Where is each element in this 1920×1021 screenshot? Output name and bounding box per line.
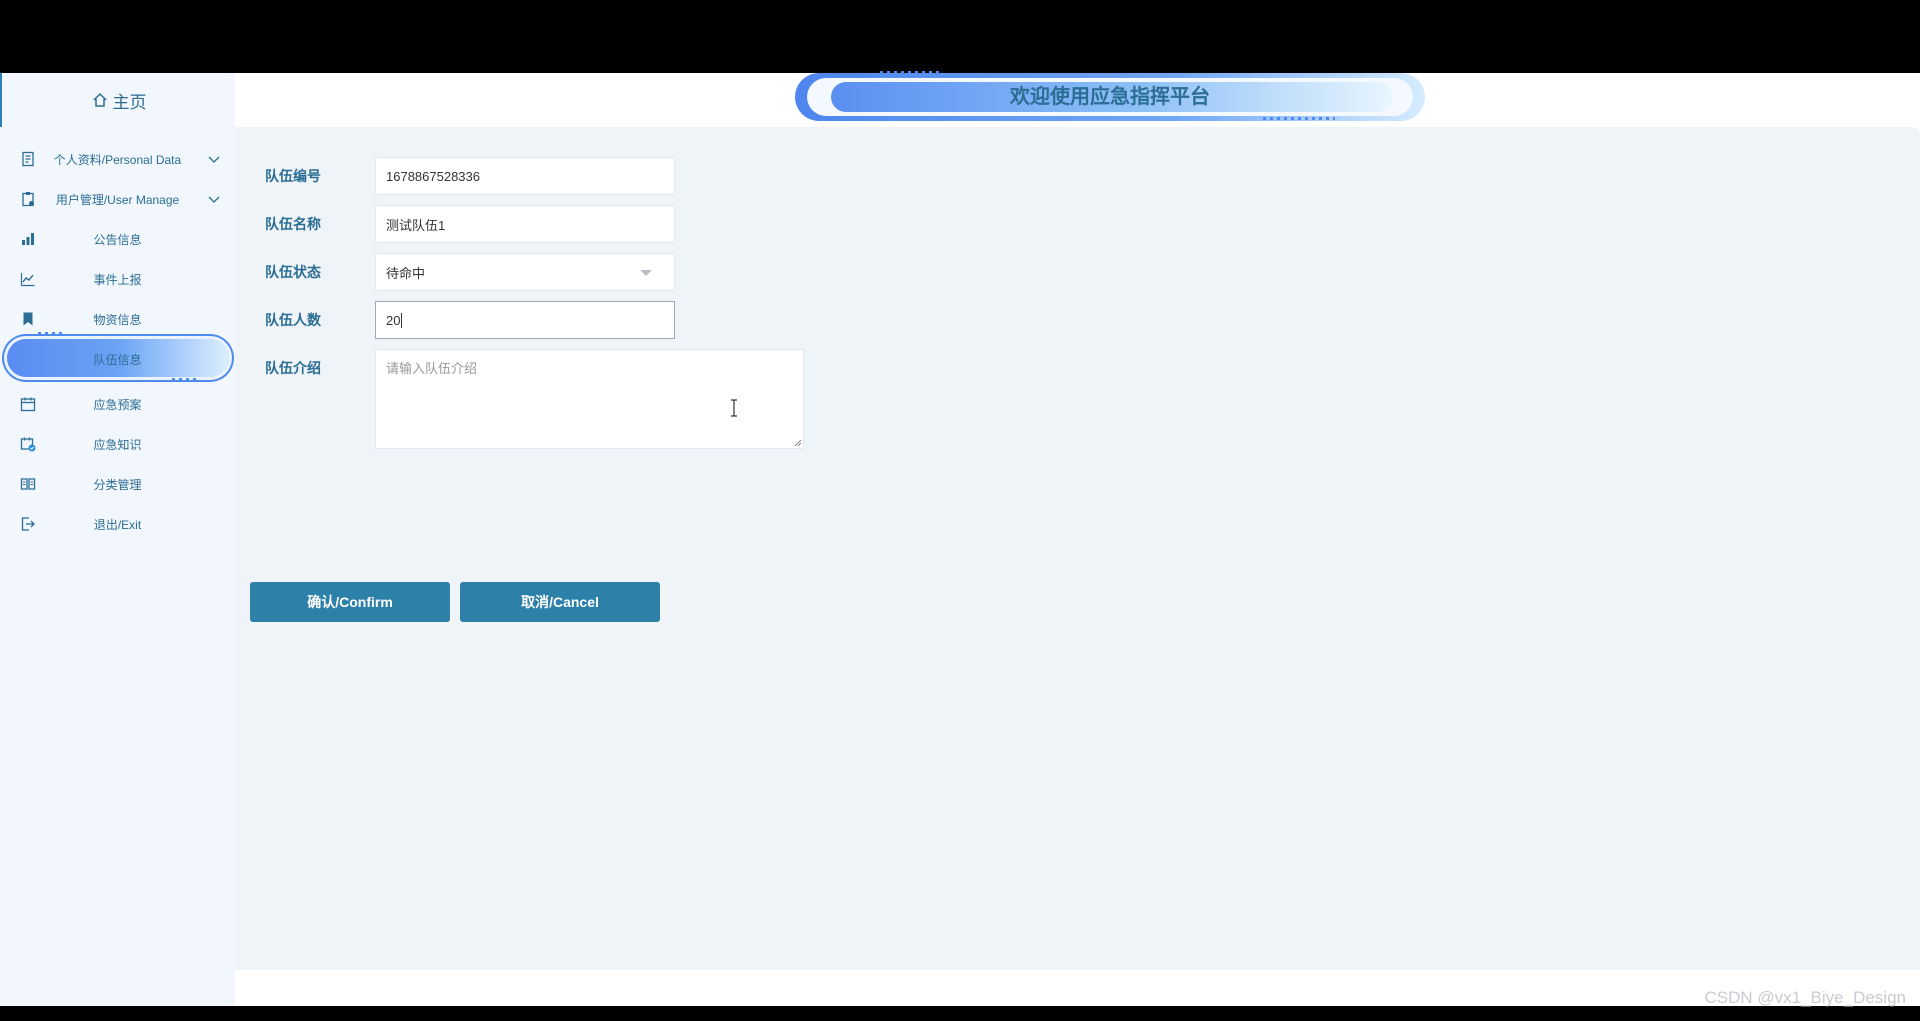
sidebar-item-personal-data[interactable]: 个人资料/Personal Data (0, 139, 235, 179)
form-row-team-size: 队伍人数 20 (265, 301, 675, 339)
sidebar-item-label: 应急预案 (93, 397, 142, 412)
home-label: 主页 (112, 92, 147, 112)
sidebar: 主页 个人资料/Personal Data 用户管理/User Manage 公… (0, 73, 235, 1006)
home-link[interactable]: 主页 (0, 73, 235, 127)
app-window: 主页 个人资料/Personal Data 用户管理/User Manage 公… (0, 71, 1920, 1007)
text-caret (401, 312, 403, 328)
cancel-button[interactable]: 取消/Cancel (460, 582, 660, 622)
sidebar-item-label: 个人资料/Personal Data (53, 152, 182, 167)
title-banner: 欢迎使用应急指挥平台 (795, 71, 1425, 121)
chevron-down-icon[interactable] (206, 151, 222, 167)
team-id-label: 队伍编号 (265, 168, 321, 184)
team-id-input[interactable]: 1678867528336 (375, 157, 675, 195)
dropdown-arrow-icon (640, 270, 652, 276)
sidebar-item-event-report[interactable]: 事件上报 (0, 259, 235, 299)
text-cursor-icon (731, 399, 737, 417)
team-name-label: 队伍名称 (265, 216, 321, 232)
team-name-value: 测试队伍1 (386, 217, 446, 233)
team-size-label: 队伍人数 (265, 312, 321, 328)
team-size-value: 20 (386, 312, 401, 328)
sidebar-item-label: 分类管理 (93, 477, 142, 492)
sidebar-item-label: 公告信息 (93, 232, 142, 247)
form-row-team-name: 队伍名称 测试队伍1 (265, 205, 675, 243)
decorative-dots (172, 378, 198, 381)
form-row-team-status: 队伍状态 待命中 (265, 253, 675, 291)
sidebar-item-label: 退出/Exit (93, 517, 142, 532)
sidebar-item-category-manage[interactable]: 分类管理 (0, 464, 235, 504)
sidebar-item-team-info[interactable]: 队伍信息 (0, 332, 235, 381)
team-size-input[interactable]: 20 (375, 301, 675, 339)
team-intro-label: 队伍介绍 (265, 360, 321, 376)
confirm-button[interactable]: 确认/Confirm (250, 582, 450, 622)
sidebar-item-label: 用户管理/User Manage (55, 192, 180, 207)
team-intro-textarea[interactable]: 请输入队伍介绍 (375, 349, 804, 449)
sidebar-item-emergency-knowledge[interactable]: 应急知识 (0, 424, 235, 464)
sidebar-item-label: 事件上报 (93, 272, 142, 287)
sidebar-item-supplies[interactable]: 物资信息 (0, 299, 235, 339)
sidebar-item-label: 应急知识 (93, 437, 142, 452)
page-title: 欢迎使用应急指挥平台 (1010, 86, 1210, 108)
sidebar-item-user-manage[interactable]: 用户管理/User Manage (0, 179, 235, 219)
sidebar-item-label: 物资信息 (93, 312, 142, 327)
team-id-value: 1678867528336 (386, 168, 480, 184)
main-content: 队伍编号 1678867528336 队伍名称 测试队伍1 队伍状态 待命中 队… (235, 127, 1920, 970)
team-status-select[interactable]: 待命中 (375, 253, 675, 291)
watermark: CSDN @vx1_Biye_Design (1704, 988, 1906, 1007)
top-header: 欢迎使用应急指挥平台 (235, 71, 1920, 127)
team-status-value: 待命中 (386, 265, 426, 281)
home-icon (92, 92, 107, 107)
sidebar-item-announcements[interactable]: 公告信息 (0, 219, 235, 259)
sidebar-item-label: 队伍信息 (93, 352, 142, 367)
form-row-team-intro: 队伍介绍 请输入队伍介绍 (265, 349, 804, 449)
decorative-dots (38, 332, 64, 335)
team-status-label: 队伍状态 (265, 264, 321, 280)
team-name-input[interactable]: 测试队伍1 (375, 205, 675, 243)
form-row-team-id: 队伍编号 1678867528336 (265, 157, 675, 195)
chevron-down-icon[interactable] (206, 191, 222, 207)
sidebar-item-emergency-plans[interactable]: 应急预案 (0, 384, 235, 424)
resize-handle-icon[interactable] (794, 439, 802, 447)
sidebar-item-exit[interactable]: 退出/Exit (0, 504, 235, 544)
team-intro-placeholder: 请输入队伍介绍 (386, 361, 478, 376)
